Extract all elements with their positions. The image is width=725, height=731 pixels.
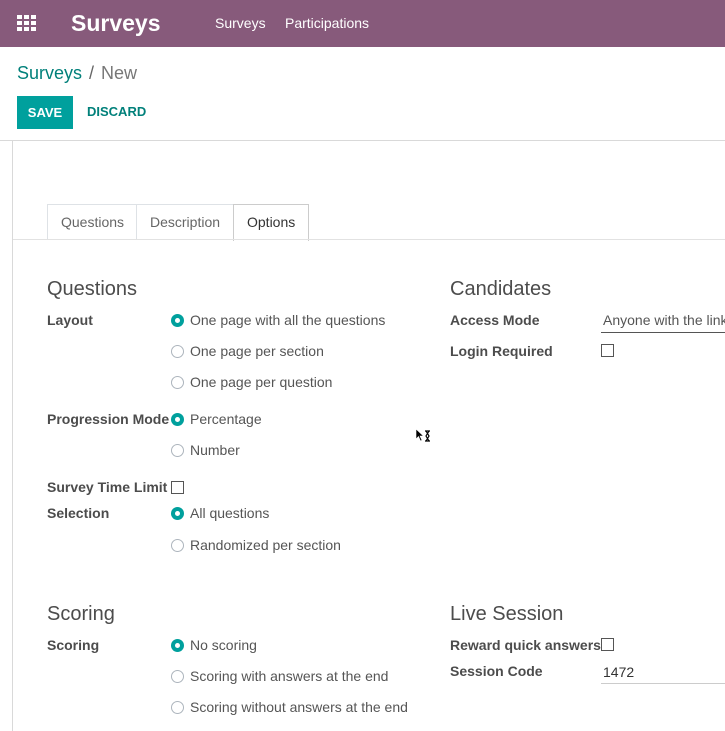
- breadcrumb: Surveys / New: [17, 63, 137, 84]
- sheet-border: [12, 141, 13, 731]
- scoring-option-with-answers[interactable]: Scoring with answers at the end: [171, 668, 388, 684]
- access-mode-select[interactable]: Anyone with the link: [601, 309, 725, 333]
- scoring-label: Scoring: [47, 637, 100, 653]
- progression-option-percentage[interactable]: Percentage: [171, 411, 262, 427]
- radio-label: Number: [190, 442, 240, 458]
- radio-unchecked-icon: [171, 375, 184, 389]
- selection-option-all[interactable]: All questions: [171, 505, 269, 521]
- session-code-label: Session Code: [450, 663, 543, 679]
- radio-label: Scoring with answers at the end: [190, 668, 389, 684]
- access-mode-label: Access Mode: [450, 312, 540, 328]
- radio-label: One page per section: [190, 343, 324, 359]
- menu-participations[interactable]: Participations: [285, 15, 369, 31]
- menu-surveys[interactable]: Surveys: [215, 15, 266, 31]
- discard-button[interactable]: DISCARD: [87, 104, 146, 119]
- layout-option-per-section[interactable]: One page per section: [171, 343, 324, 359]
- layout-label: Layout: [47, 312, 93, 328]
- selection-option-randomized[interactable]: Randomized per section: [171, 537, 341, 553]
- breadcrumb-surveys-link[interactable]: Surveys: [17, 63, 82, 83]
- reward-quick-answers-checkbox[interactable]: [601, 638, 614, 651]
- control-panel: Surveys / New SAVE DISCARD: [0, 47, 725, 141]
- radio-label: One page with all the questions: [190, 312, 386, 328]
- scoring-option-none[interactable]: No scoring: [171, 637, 257, 653]
- radio-label: Scoring without answers at the end: [190, 699, 408, 715]
- mouse-cursor-icon: [416, 429, 430, 442]
- reward-quick-answers-label: Reward quick answers: [450, 637, 601, 653]
- live-session-group-title: Live Session: [450, 603, 564, 625]
- radio-unchecked-icon: [171, 669, 184, 683]
- app-brand[interactable]: Surveys: [71, 10, 161, 37]
- breadcrumb-separator: /: [89, 63, 95, 83]
- tab-questions[interactable]: Questions: [47, 204, 137, 240]
- layout-option-one-page[interactable]: One page with all the questions: [171, 312, 385, 328]
- progression-mode-label: Progression Mode: [47, 411, 170, 427]
- tabs-divider: [13, 239, 725, 240]
- apps-grid-icon[interactable]: [17, 15, 36, 31]
- breadcrumb-current: New: [101, 63, 138, 83]
- scoring-option-without-answers[interactable]: Scoring without answers at the end: [171, 699, 408, 715]
- session-code-input[interactable]: [601, 660, 725, 684]
- time-limit-checkbox[interactable]: [171, 481, 184, 494]
- radio-label: Percentage: [190, 411, 262, 427]
- radio-label: Randomized per section: [190, 537, 341, 553]
- candidates-group-title: Candidates: [450, 278, 552, 300]
- radio-unchecked-icon: [171, 700, 184, 714]
- login-required-checkbox[interactable]: [601, 344, 614, 357]
- progression-option-number[interactable]: Number: [171, 442, 240, 458]
- radio-checked-icon: [171, 412, 184, 426]
- top-navbar: Surveys Surveys Participations: [0, 0, 725, 47]
- radio-checked-icon: [171, 313, 184, 327]
- radio-unchecked-icon: [171, 538, 184, 552]
- radio-checked-icon: [171, 638, 184, 652]
- layout-option-per-question[interactable]: One page per question: [171, 374, 332, 390]
- time-limit-label: Survey Time Limit: [47, 479, 168, 495]
- tab-description[interactable]: Description: [136, 204, 234, 240]
- selection-label: Selection: [47, 505, 110, 521]
- radio-checked-icon: [171, 506, 184, 520]
- login-required-label: Login Required: [450, 343, 553, 359]
- radio-unchecked-icon: [171, 443, 184, 457]
- radio-label: All questions: [190, 505, 270, 521]
- scoring-group-title: Scoring: [47, 603, 115, 625]
- tab-options[interactable]: Options: [233, 204, 309, 241]
- save-button[interactable]: SAVE: [17, 96, 73, 129]
- radio-label: One page per question: [190, 374, 333, 390]
- radio-unchecked-icon: [171, 344, 184, 358]
- radio-label: No scoring: [190, 637, 257, 653]
- questions-group-title: Questions: [47, 278, 138, 300]
